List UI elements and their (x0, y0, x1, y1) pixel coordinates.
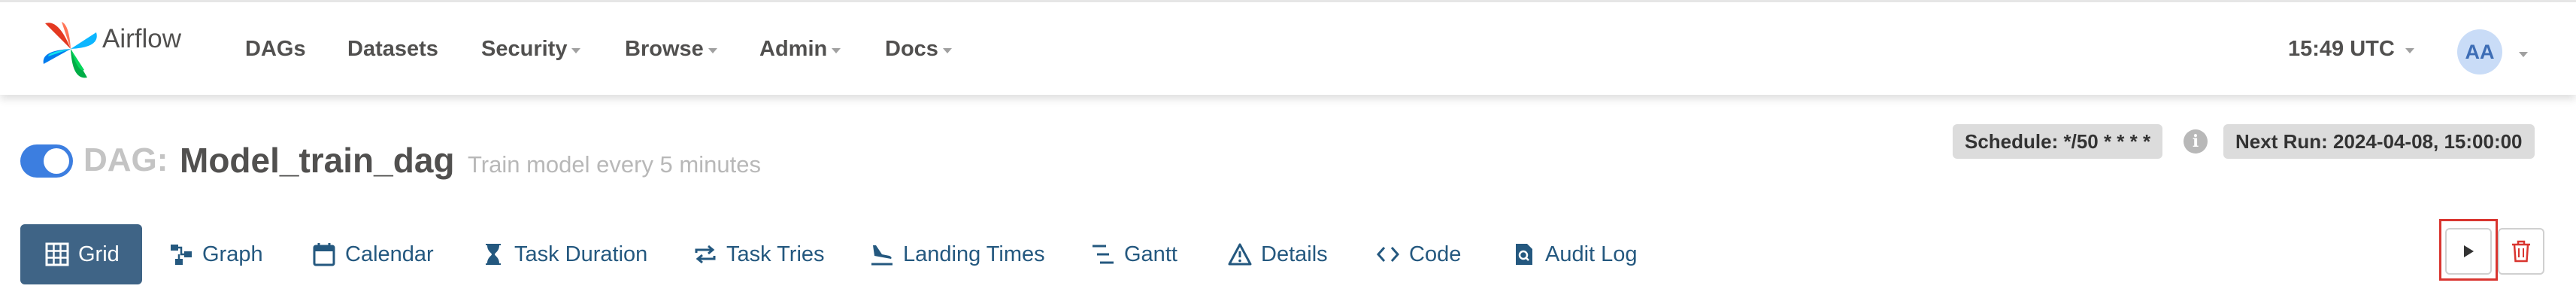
tab-landing-times[interactable]: Landing Times (870, 224, 1045, 284)
top-navbar: Airflow DAGs Datasets Security Browse Ad… (0, 0, 2576, 95)
brand-name: Airflow (102, 24, 182, 53)
tab-gantt-label: Gantt (1124, 242, 1177, 266)
nav-security[interactable]: Security (481, 37, 581, 62)
chevron-down-icon (942, 48, 952, 53)
nav-browse-label: Browse (625, 37, 704, 61)
hourglass-icon (486, 244, 501, 265)
tab-audit-log[interactable]: Audit Log (1512, 224, 1638, 284)
tab-grid[interactable]: Grid (20, 224, 142, 284)
tab-code-label: Code (1409, 242, 1462, 266)
info-icon[interactable]: i (2184, 129, 2208, 154)
trigger-highlight-box (2439, 219, 2498, 281)
brand-logo[interactable]: Airflow (41, 17, 181, 81)
nav-dags[interactable]: DAGs (245, 37, 306, 62)
search-document-icon (1516, 244, 1532, 265)
chevron-down-icon (2405, 48, 2414, 53)
tab-grid-label: Grid (78, 242, 120, 266)
gantt-icon (1093, 245, 1114, 264)
tab-task-duration-label: Task Duration (514, 242, 648, 266)
nav-docs[interactable]: Docs (885, 37, 952, 62)
graph-icon (171, 245, 192, 265)
calendar-icon (313, 243, 335, 266)
current-time: 15:49 UTC (2288, 37, 2395, 61)
next-run-badge: Next Run: 2024-04-08, 15:00:00 (2223, 124, 2535, 159)
nav-admin-label: Admin (759, 37, 828, 61)
schedule-badge: Schedule: */50 * * * * (1953, 124, 2163, 159)
nav-security-label: Security (481, 37, 568, 61)
nav-admin[interactable]: Admin (759, 37, 841, 62)
chevron-down-icon[interactable] (2519, 52, 2528, 57)
tab-graph[interactable]: Graph (169, 224, 263, 284)
tab-task-duration[interactable]: Task Duration (481, 224, 647, 284)
tab-task-tries-label: Task Tries (726, 242, 825, 266)
chevron-down-icon (708, 48, 717, 53)
tab-landing-times-label: Landing Times (903, 242, 1045, 266)
tab-calendar-label: Calendar (345, 242, 434, 266)
plane-landing-icon (871, 245, 893, 266)
nav-datasets[interactable]: Datasets (347, 37, 438, 62)
airflow-pinwheel-icon (43, 22, 97, 78)
user-avatar[interactable]: AA (2457, 29, 2502, 74)
dag-title[interactable]: Model_train_dag (180, 140, 455, 181)
chevron-down-icon (832, 48, 841, 53)
delete-dag-button[interactable] (2498, 228, 2544, 275)
nav-docs-label: Docs (885, 37, 938, 61)
repeat-icon (695, 245, 716, 264)
trash-icon (2512, 240, 2530, 263)
nav-browse[interactable]: Browse (625, 37, 717, 62)
dag-description: Train model every 5 minutes (468, 151, 761, 178)
grid-icon (45, 242, 69, 266)
nav-dags-label: DAGs (245, 37, 306, 61)
timezone-dropdown[interactable]: 15:49 UTC (2288, 37, 2414, 62)
tab-details[interactable]: Details (1228, 224, 1328, 284)
tab-details-label: Details (1261, 242, 1328, 266)
tab-task-tries[interactable]: Task Tries (693, 224, 825, 284)
tab-code[interactable]: Code (1376, 224, 1461, 284)
tab-gantt[interactable]: Gantt (1091, 224, 1177, 284)
code-icon (1376, 247, 1400, 262)
tab-calendar[interactable]: Calendar (312, 224, 434, 284)
dag-prefix: DAG: (83, 141, 168, 178)
warning-triangle-icon (1228, 243, 1252, 266)
dag-pause-toggle[interactable] (20, 144, 73, 178)
chevron-down-icon (571, 48, 581, 53)
tab-graph-label: Graph (202, 242, 263, 266)
nav-datasets-label: Datasets (347, 37, 438, 61)
tab-audit-log-label: Audit Log (1545, 242, 1638, 266)
